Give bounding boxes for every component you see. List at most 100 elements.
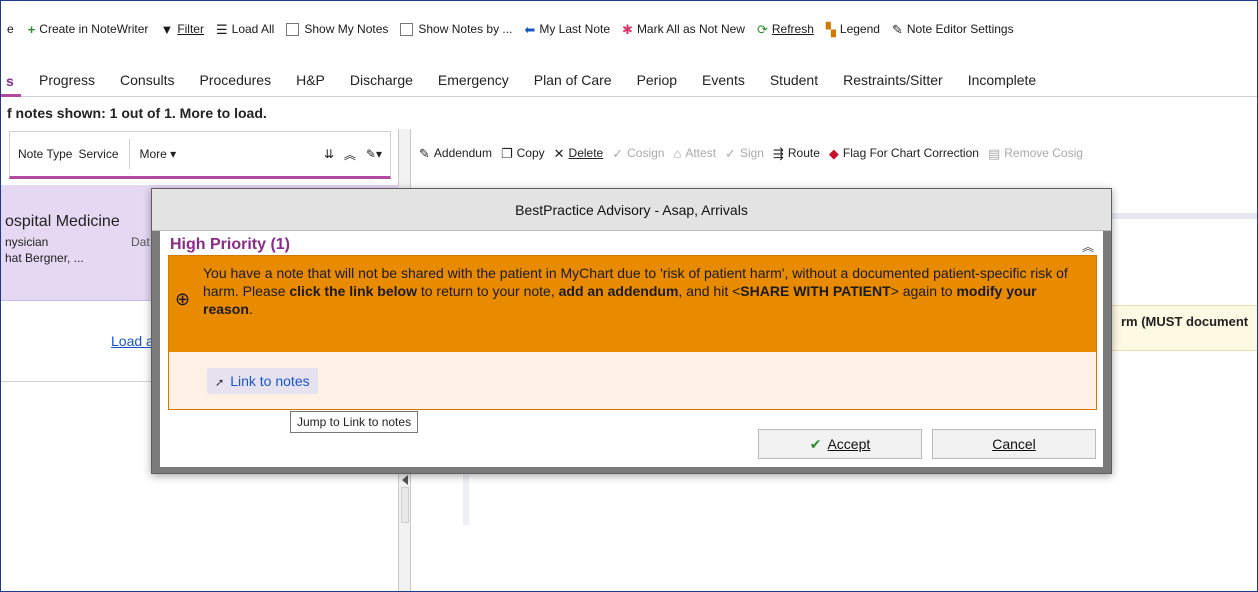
link-tooltip: Jump to Link to notes xyxy=(290,411,419,433)
tab-restraints-sitter[interactable]: Restraints/Sitter xyxy=(843,72,943,88)
note-editor-settings-button[interactable]: ✎ Note Editor Settings xyxy=(892,22,1014,36)
back-arrow-icon: ⬅ xyxy=(524,21,536,37)
cancel-button[interactable]: Cancel xyxy=(932,429,1096,459)
remove-cosigner-label: Remove Cosig xyxy=(1004,146,1083,160)
app-window: e + Create in NoteWriter ▼ Filter ☰ Load… xyxy=(0,0,1258,592)
show-notes-by-checkbox[interactable]: Show Notes by ... xyxy=(400,22,512,36)
more-dropdown[interactable]: More ▾ xyxy=(140,147,177,161)
copy-button[interactable]: ❐ Copy xyxy=(501,146,545,160)
my-last-note-label: My Last Note xyxy=(539,22,611,36)
show-my-notes-checkbox[interactable]: Show My Notes xyxy=(286,22,388,36)
copy-icon: ❐ xyxy=(500,145,513,161)
advisory-actions: ➚ Link to notes xyxy=(169,352,1096,409)
mark-all-not-new-label: Mark All as Not New xyxy=(636,22,745,36)
route-button[interactable]: ⇶ Route xyxy=(773,146,820,160)
dialog-title: BestPractice Advisory - Asap, Arrivals xyxy=(152,189,1111,231)
collapse-section-icon[interactable]: ︽ xyxy=(1082,238,1094,255)
mark-all-not-new-button[interactable]: ✱ Mark All as Not New xyxy=(622,22,745,36)
msg-bold1: click the link below xyxy=(289,283,417,299)
note-type-column[interactable]: Note Type xyxy=(18,147,72,161)
cancel-label: Cancel xyxy=(992,436,1036,452)
tab-plan-of-care[interactable]: Plan of Care xyxy=(534,72,612,88)
list-icon: ☰ xyxy=(215,21,228,37)
sign-button[interactable]: ✓ Sign xyxy=(725,146,764,160)
link-to-notes-button[interactable]: ➚ Link to notes xyxy=(207,368,318,394)
checkbox-icon xyxy=(400,22,414,36)
tab-events[interactable]: Events xyxy=(702,72,745,88)
tab-emergency[interactable]: Emergency xyxy=(438,72,509,88)
delete-button[interactable]: ✕ Delete xyxy=(554,146,604,160)
legend-icon: ▚ xyxy=(825,21,836,37)
msg-bold2: add an addendum xyxy=(558,283,679,299)
tab-consults[interactable]: Consults xyxy=(120,72,174,88)
route-icon: ⇶ xyxy=(772,145,784,161)
collapse-left-arrow-icon[interactable] xyxy=(402,475,408,485)
attest-button[interactable]: ⌂ Attest xyxy=(673,146,716,160)
refresh-button[interactable]: ⟳ Refresh xyxy=(757,22,814,36)
addendum-button[interactable]: ✎ Addendum xyxy=(419,146,492,160)
legend-label: Legend xyxy=(839,22,880,36)
flag-chart-correction-label: Flag For Chart Correction xyxy=(842,146,979,160)
tab-student[interactable]: Student xyxy=(770,72,818,88)
tab-active[interactable]: s xyxy=(1,67,21,97)
filter-button[interactable]: ▼ Filter xyxy=(160,22,204,36)
show-notes-by-label: Show Notes by ... xyxy=(418,22,513,36)
wrench-icon: ✎ xyxy=(891,21,903,37)
accept-button[interactable]: ✔ Accept xyxy=(758,429,922,459)
refresh-label: Refresh xyxy=(771,22,814,36)
delete-label: Delete xyxy=(568,146,604,160)
load-all-button[interactable]: ☰ Load All xyxy=(216,22,274,36)
remove-cosigner-button[interactable]: ▤ Remove Cosig xyxy=(988,146,1083,160)
check-icon: ✓ xyxy=(725,145,736,161)
my-last-note-button[interactable]: ⬅ My Last Note xyxy=(524,22,610,36)
plus-icon: + xyxy=(27,21,36,37)
addendum-label: Addendum xyxy=(433,146,492,160)
msg-part5: . xyxy=(248,301,253,317)
advisory-message: ⊕ You have a note that will not be share… xyxy=(169,256,1096,352)
accept-label: Accept xyxy=(827,436,871,452)
attest-label: Attest xyxy=(685,146,717,160)
notes-shown-summary: f notes shown: 1 out of 1. More to load. xyxy=(7,105,267,121)
sort-icon[interactable]: ⇊ xyxy=(324,147,334,161)
notes-toolbar: e + Create in NoteWriter ▼ Filter ☰ Load… xyxy=(1,13,1257,45)
note-author: hat Bergner, ... xyxy=(5,251,84,265)
warning-icon: ⊕ xyxy=(175,289,191,309)
tab-periop[interactable]: Periop xyxy=(637,72,677,88)
tab-hp[interactable]: H&P xyxy=(296,72,325,88)
link-to-notes-label: Link to notes xyxy=(230,373,310,389)
remove-icon: ▤ xyxy=(987,145,1001,161)
jump-arrow-icon: ➚ xyxy=(215,377,225,389)
msg-part3: , and hit < xyxy=(678,283,741,299)
tab-procedures[interactable]: Procedures xyxy=(200,72,272,88)
legend-button[interactable]: ▚ Legend xyxy=(826,22,880,36)
checkbox-icon xyxy=(286,22,300,36)
note-actions-toolbar: ✎ Addendum ❐ Copy ✕ Delete ✓ Cosign ⌂ At… xyxy=(419,141,1092,165)
filter-icon: ▼ xyxy=(160,21,174,37)
create-in-notewriter-button[interactable]: + Create in NoteWriter xyxy=(28,22,149,36)
copy-label: Copy xyxy=(516,146,545,160)
priority-heading: High Priority (1) xyxy=(170,236,291,253)
service-column[interactable]: Service xyxy=(78,147,118,161)
divider xyxy=(128,139,130,169)
note-warning-banner: rm (MUST document xyxy=(1111,305,1257,351)
flag-chart-correction-button[interactable]: ◆ Flag For Chart Correction xyxy=(829,146,979,160)
splitter-handle[interactable] xyxy=(401,487,409,523)
route-label: Route xyxy=(787,146,820,160)
filter-label: Filter xyxy=(177,22,204,36)
msg-part2: to return to your note, xyxy=(416,283,559,299)
wrench-menu-icon[interactable]: ✎▾ xyxy=(366,147,382,161)
tab-progress[interactable]: Progress xyxy=(39,72,95,88)
advisory-alert: ⊕ You have a note that will not be share… xyxy=(168,255,1097,410)
check-icon: ✓ xyxy=(612,145,624,161)
collapse-icon[interactable]: ︽ xyxy=(344,146,356,163)
toolbar-partial-text: e xyxy=(7,22,14,36)
refresh-icon: ⟳ xyxy=(756,21,768,37)
cosign-button[interactable]: ✓ Cosign xyxy=(612,146,664,160)
tab-discharge[interactable]: Discharge xyxy=(350,72,413,88)
tab-incomplete[interactable]: Incomplete xyxy=(968,72,1036,88)
flag-diamond-icon: ◆ xyxy=(828,145,839,161)
tab-active-label: s xyxy=(6,73,14,89)
note-author-role: nysician xyxy=(5,235,49,249)
checkmark-icon: ✔ xyxy=(809,436,822,452)
load-all-link[interactable]: Load a xyxy=(111,333,154,349)
